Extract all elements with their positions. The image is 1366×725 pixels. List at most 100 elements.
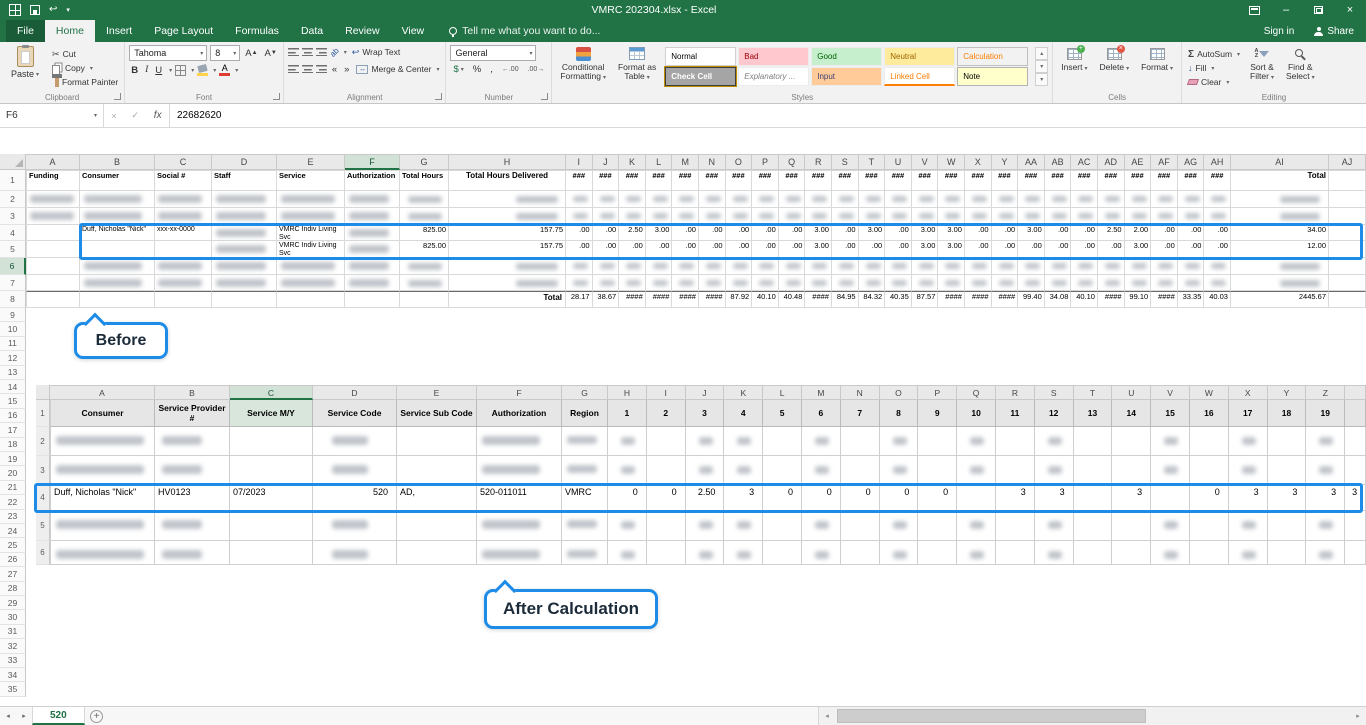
column-header[interactable]: I <box>566 154 593 170</box>
before-cell[interactable]: #### <box>646 291 673 308</box>
column-header[interactable]: J <box>593 154 620 170</box>
after-cell[interactable] <box>763 511 802 541</box>
column-header[interactable]: H <box>449 154 566 170</box>
column-header[interactable]: U <box>885 154 912 170</box>
accounting-format-button[interactable]: $▾ <box>450 64 466 75</box>
before-cell[interactable]: ### <box>1204 170 1231 191</box>
row-header[interactable]: 5 <box>36 511 50 541</box>
conditional-formatting-button[interactable]: Conditional Formatting▾ <box>556 45 610 84</box>
column-header[interactable]: U <box>1112 385 1151 400</box>
after-cell[interactable] <box>918 541 957 565</box>
after-cell[interactable] <box>918 511 957 541</box>
after-cell[interactable]: 15 <box>1151 400 1190 427</box>
before-cell[interactable]: Service <box>277 170 345 191</box>
before-cell[interactable]: 40.10 <box>752 291 779 308</box>
before-cell[interactable]: ### <box>672 170 699 191</box>
style-linked-cell[interactable]: Linked Cell <box>884 67 955 86</box>
ribbon-tab-view[interactable]: View <box>391 20 436 42</box>
row-header[interactable]: 13 <box>0 366 26 380</box>
before-cell[interactable]: 2445.67 <box>1231 291 1329 308</box>
after-cell[interactable] <box>996 511 1035 541</box>
after-cell[interactable] <box>230 456 313 485</box>
row-header[interactable]: 1 <box>0 170 26 191</box>
style-neutral[interactable]: Neutral <box>884 47 955 66</box>
column-header[interactable] <box>1345 385 1366 400</box>
before-cell[interactable]: ### <box>912 170 939 191</box>
before-cell[interactable]: ### <box>805 170 832 191</box>
before-cell[interactable]: 40.35 <box>885 291 912 308</box>
after-cell[interactable]: 4 <box>724 400 763 427</box>
column-header[interactable]: X <box>1229 385 1268 400</box>
column-header[interactable]: B <box>80 154 155 170</box>
row-header[interactable]: 20 <box>0 466 26 480</box>
merge-center-button[interactable]: ↔Merge & Center▾ <box>354 62 441 76</box>
find-select-button[interactable]: Find & Select▾ <box>1282 45 1319 84</box>
before-cell[interactable]: Total Hours Delivered <box>449 170 566 191</box>
increase-indent-icon[interactable]: » <box>342 64 351 75</box>
column-header[interactable]: P <box>918 385 957 400</box>
gallery-scroll-up-icon[interactable]: ▴ <box>1035 47 1048 60</box>
after-cell[interactable] <box>1112 456 1151 485</box>
column-header[interactable]: X <box>965 154 992 170</box>
borders-icon[interactable] <box>175 65 186 76</box>
before-cell[interactable] <box>400 291 449 308</box>
before-cell[interactable]: ### <box>1125 170 1152 191</box>
after-cell[interactable] <box>1074 456 1113 485</box>
after-cell[interactable] <box>647 456 686 485</box>
row-header[interactable]: 8 <box>0 291 26 308</box>
bold-button[interactable]: B <box>129 65 140 76</box>
after-cell[interactable] <box>1112 541 1151 565</box>
after-cell[interactable] <box>918 427 957 456</box>
ribbon-tab-review[interactable]: Review <box>334 20 390 42</box>
before-cell[interactable]: 84.32 <box>859 291 886 308</box>
sign-in-link[interactable]: Sign in <box>1264 26 1295 37</box>
undo-icon[interactable]: ↩ <box>49 5 57 15</box>
alignment-dialog-launcher-icon[interactable] <box>435 93 442 100</box>
row-header[interactable]: 27 <box>0 567 26 581</box>
enter-icon[interactable]: ✓ <box>131 110 139 121</box>
before-cell[interactable]: #### <box>1098 291 1125 308</box>
after-cell[interactable] <box>763 456 802 485</box>
before-cell[interactable]: Total <box>1231 170 1329 191</box>
column-header[interactable]: T <box>859 154 886 170</box>
column-header[interactable]: AE <box>1125 154 1152 170</box>
before-cell[interactable]: ### <box>1098 170 1125 191</box>
after-cell[interactable] <box>397 511 477 541</box>
column-header[interactable]: AD <box>1098 154 1125 170</box>
column-header[interactable]: Y <box>1268 385 1307 400</box>
increase-decimal-icon[interactable]: ←.00 <box>499 66 522 73</box>
font-color-button[interactable]: A <box>219 64 230 76</box>
ribbon-tab-file[interactable]: File <box>6 20 45 42</box>
after-cell[interactable]: Authorization <box>477 400 562 427</box>
row-header[interactable]: 6 <box>36 541 50 565</box>
after-cell[interactable] <box>1112 511 1151 541</box>
before-cell[interactable]: ### <box>1045 170 1072 191</box>
row-header[interactable]: 28 <box>0 582 26 596</box>
after-cell[interactable]: 10 <box>957 400 996 427</box>
format-painter-button[interactable]: Format Painter <box>50 75 120 89</box>
style-normal[interactable]: Normal <box>665 47 736 66</box>
after-cell[interactable] <box>841 541 880 565</box>
row-header[interactable]: 34 <box>0 668 26 682</box>
before-cell[interactable] <box>26 241 80 258</box>
column-header[interactable]: R <box>805 154 832 170</box>
align-left-icon[interactable] <box>288 65 299 73</box>
after-cell[interactable] <box>1074 541 1113 565</box>
before-cell[interactable] <box>1329 275 1366 291</box>
after-cell[interactable] <box>397 541 477 565</box>
name-box[interactable]: F6 ▾ <box>0 104 104 127</box>
cancel-icon[interactable]: × <box>111 111 116 121</box>
ribbon-tab-formulas[interactable]: Formulas <box>224 20 290 42</box>
before-cell[interactable]: #### <box>938 291 965 308</box>
before-cell[interactable]: 33.35 <box>1178 291 1205 308</box>
before-cell[interactable]: Social # <box>155 170 212 191</box>
before-cell[interactable]: ### <box>593 170 620 191</box>
before-cell[interactable]: ### <box>992 170 1019 191</box>
after-cell[interactable]: 8 <box>880 400 919 427</box>
font-size-select[interactable]: 8▾ <box>210 45 240 61</box>
before-cell[interactable]: 40.48 <box>779 291 806 308</box>
before-cell[interactable]: #### <box>619 291 646 308</box>
minimize-icon[interactable]: – <box>1270 0 1302 20</box>
row-header[interactable]: 22 <box>0 495 26 509</box>
column-header[interactable]: E <box>397 385 477 400</box>
